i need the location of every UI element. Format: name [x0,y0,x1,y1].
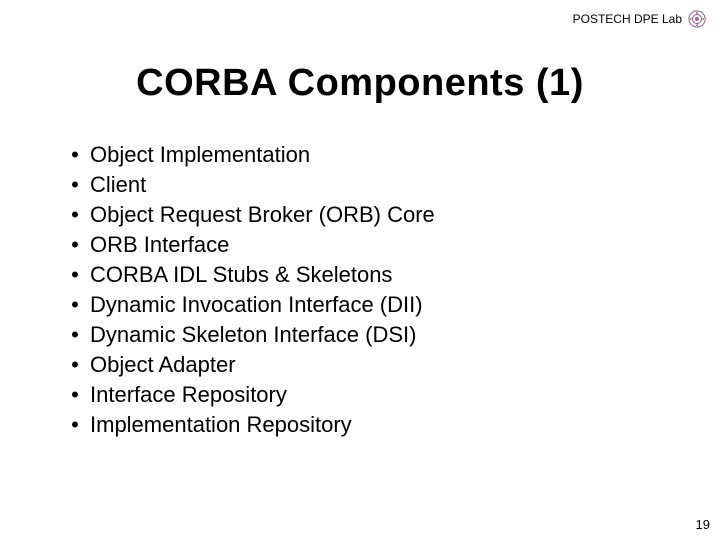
list-item-text: Dynamic Skeleton Interface (DSI) [90,320,416,350]
list-item: • Implementation Repository [60,410,680,440]
list-item-text: CORBA IDL Stubs & Skeletons [90,260,392,290]
list-item-text: Implementation Repository [90,410,352,440]
list-item: • CORBA IDL Stubs & Skeletons [60,260,680,290]
list-item-text: Interface Repository [90,380,287,410]
list-item-text: Object Request Broker (ORB) Core [90,200,435,230]
bullet-icon: • [60,200,90,230]
list-item: • Client [60,170,680,200]
list-item-text: Object Implementation [90,140,310,170]
list-item-text: Client [90,170,146,200]
lab-name: POSTECH DPE Lab [573,12,682,26]
list-item: • Interface Repository [60,380,680,410]
list-item-text: Object Adapter [90,350,236,380]
list-item: • ORB Interface [60,230,680,260]
slide-header: POSTECH DPE Lab [573,10,706,28]
list-item: • Dynamic Invocation Interface (DII) [60,290,680,320]
list-item: • Object Implementation [60,140,680,170]
list-item: • Object Adapter [60,350,680,380]
bullet-icon: • [60,260,90,290]
bullet-icon: • [60,410,90,440]
page-number: 19 [696,517,710,532]
bullet-icon: • [60,320,90,350]
list-item-text: Dynamic Invocation Interface (DII) [90,290,423,320]
bullet-list: • Object Implementation • Client • Objec… [60,140,680,440]
bullet-icon: • [60,140,90,170]
list-item: • Object Request Broker (ORB) Core [60,200,680,230]
bullet-icon: • [60,380,90,410]
bullet-icon: • [60,170,90,200]
slide-title: CORBA Components (1) [0,62,720,105]
bullet-icon: • [60,290,90,320]
list-item: • Dynamic Skeleton Interface (DSI) [60,320,680,350]
bullet-icon: • [60,230,90,260]
list-item-text: ORB Interface [90,230,229,260]
lab-logo-icon [688,10,706,28]
bullet-icon: • [60,350,90,380]
